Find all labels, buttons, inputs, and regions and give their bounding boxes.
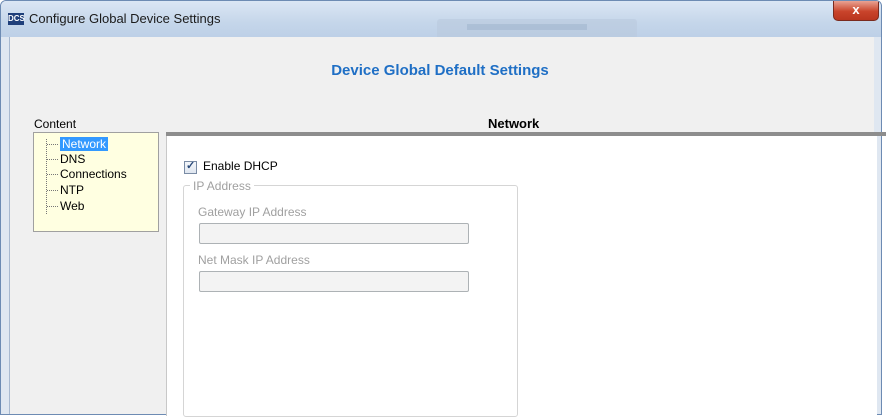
tree-item-label: DNS — [60, 152, 86, 166]
gateway-ip-label: Gateway IP Address — [198, 205, 307, 219]
close-button[interactable]: x — [833, 1, 879, 21]
tree-item-ntp[interactable]: NTP — [47, 183, 84, 198]
title-bar[interactable]: DCS Configure Global Device Settings x — [1, 1, 881, 37]
tree-item-web[interactable]: Web — [47, 199, 85, 214]
content-tree[interactable]: Network DNS Connections NTP Web — [33, 132, 159, 232]
content-label: Content — [34, 117, 77, 131]
ip-address-group-label: IP Address — [190, 179, 254, 193]
app-icon: DCS — [8, 13, 25, 25]
tree-item-label: NTP — [60, 183, 84, 197]
ip-address-group — [183, 185, 518, 417]
gateway-ip-field[interactable] — [199, 223, 469, 244]
page-title: Device Global Default Settings — [331, 62, 549, 79]
window-title: Configure Global Device Settings — [29, 11, 221, 26]
section-title: Network — [488, 116, 540, 131]
checkmark-icon: ✓ — [186, 160, 196, 172]
tree-item-dns[interactable]: DNS — [47, 152, 86, 167]
background-tab — [437, 19, 637, 37]
netmask-ip-field[interactable] — [199, 271, 469, 292]
tree-item-label: Network — [60, 137, 109, 151]
tree-item-label: Connections — [60, 167, 127, 181]
tree-item-connections[interactable]: Connections — [47, 167, 127, 182]
netmask-ip-label: Net Mask IP Address — [198, 253, 310, 267]
tree-item-network[interactable]: Network — [47, 137, 109, 152]
tree-item-label: Web — [60, 199, 85, 213]
enable-dhcp-checkbox[interactable]: ✓ — [184, 160, 197, 174]
enable-dhcp-label[interactable]: Enable DHCP — [203, 159, 278, 173]
